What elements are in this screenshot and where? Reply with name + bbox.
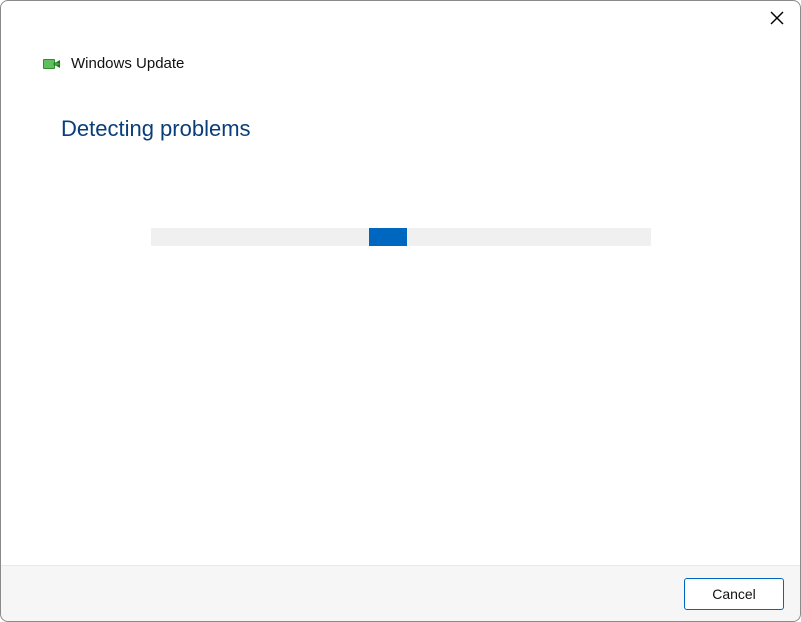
progress-container [61, 228, 740, 246]
windows-update-icon [43, 56, 63, 72]
content-area: Detecting problems [1, 72, 800, 565]
progress-thumb [369, 228, 407, 246]
troubleshooter-dialog: Windows Update Detecting problems Cancel [0, 0, 801, 622]
progress-bar [151, 228, 651, 246]
close-icon[interactable] [768, 9, 786, 27]
header-row: Windows Update [1, 55, 800, 72]
header-title: Windows Update [71, 55, 184, 72]
cancel-button[interactable]: Cancel [684, 578, 784, 610]
footer: Cancel [1, 565, 800, 621]
page-heading: Detecting problems [61, 116, 740, 142]
cancel-button-label: Cancel [712, 586, 756, 602]
titlebar [1, 1, 800, 41]
